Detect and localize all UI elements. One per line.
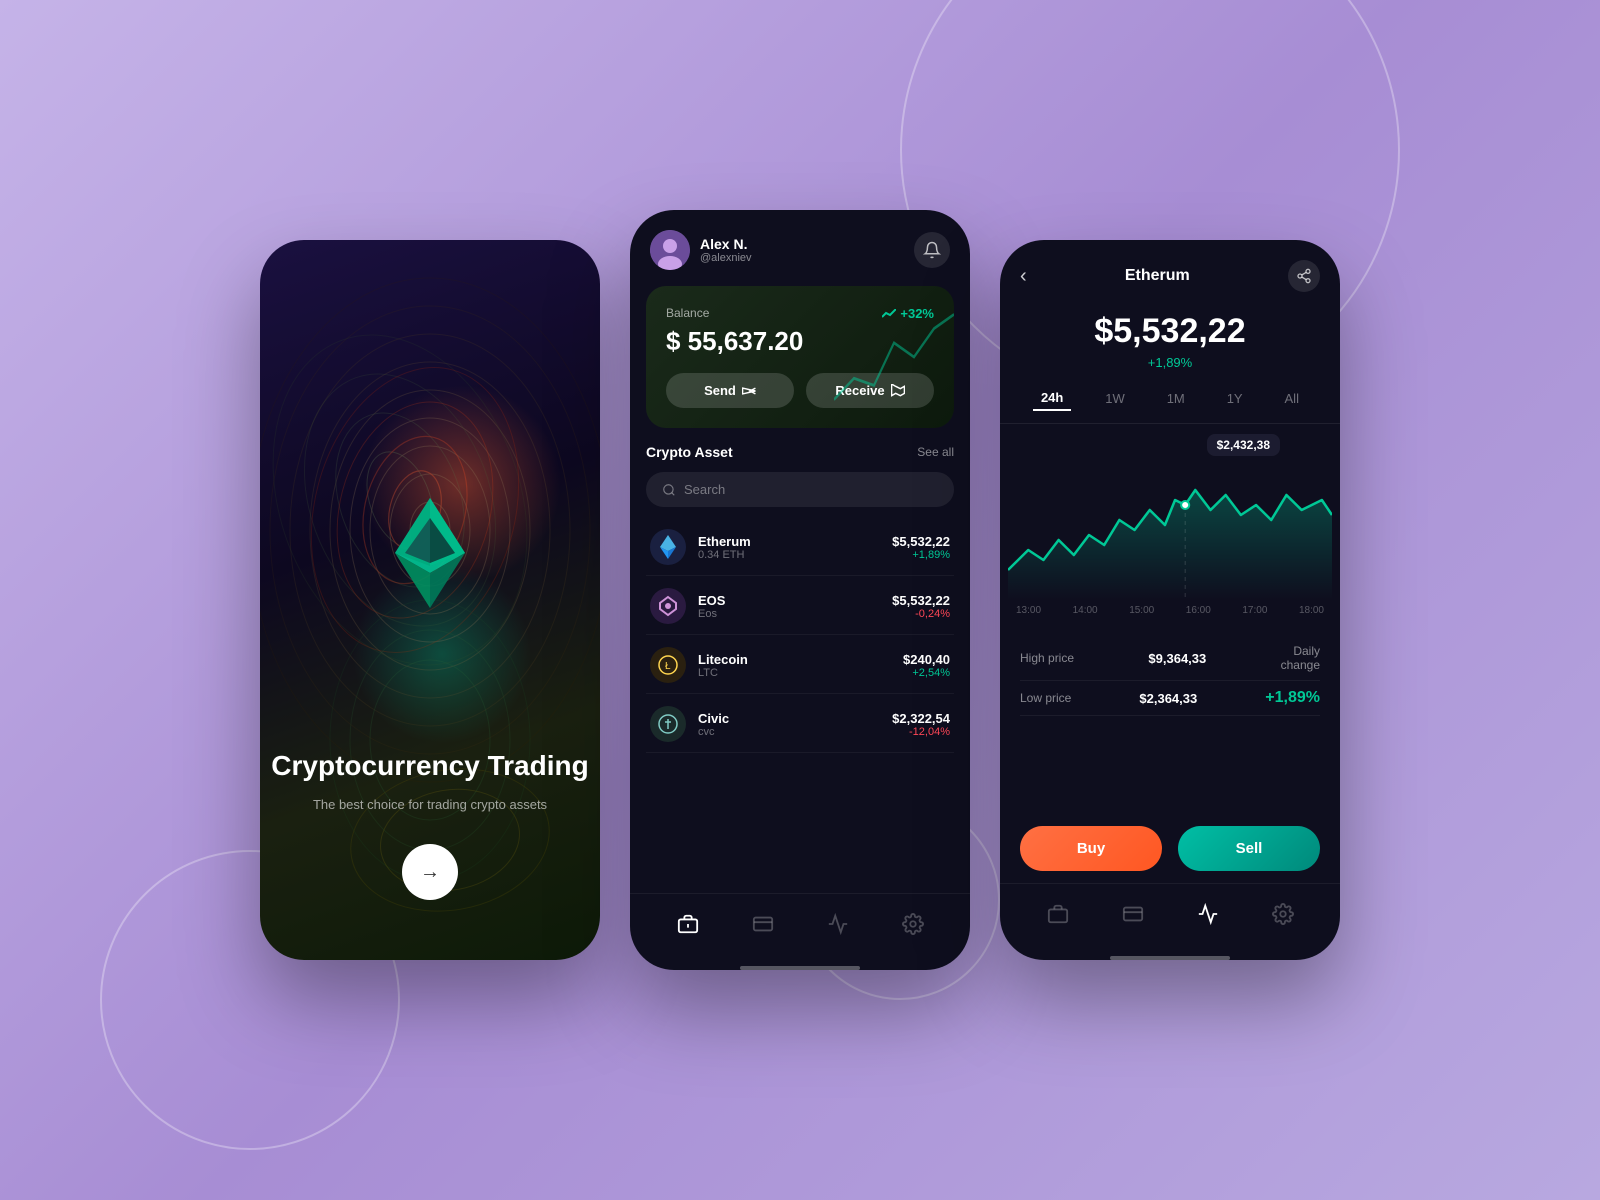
- phone-wallet: Alex N. @alexniev Balance: [630, 210, 970, 970]
- time-tabs: 24h 1W 1M 1Y All: [1000, 386, 1340, 424]
- cvc-icon: [650, 706, 686, 742]
- coin-price: $5,532,22: [1020, 312, 1320, 351]
- ltc-symbol: LTC: [698, 667, 748, 679]
- share-button[interactable]: [1288, 260, 1320, 292]
- nav-chart[interactable]: [820, 906, 856, 942]
- crypto-section: Crypto Asset See all Search: [630, 444, 970, 893]
- nav-settings[interactable]: [895, 906, 931, 942]
- cvc-symbol: cvc: [698, 726, 729, 738]
- detail-header: ‹ Etherum: [1000, 240, 1340, 304]
- chart-x-axis: 13:00 14:00 15:00 16:00 17:00 18:00: [1008, 605, 1332, 616]
- x-label-1: 13:00: [1016, 605, 1041, 616]
- low-price-row: Low price $2,364,33 +1,89%: [1020, 681, 1320, 716]
- section-header: Crypto Asset See all: [646, 444, 954, 460]
- detail-nav: [1000, 883, 1340, 952]
- eos-name: EOS: [698, 593, 725, 608]
- detail-nav-chart[interactable]: [1190, 896, 1226, 932]
- low-price-label: Low price: [1020, 691, 1071, 705]
- search-icon: [662, 483, 676, 497]
- user-name: Alex N.: [700, 236, 752, 252]
- splash-text: Cryptocurrency Trading The best choice f…: [271, 749, 588, 814]
- low-price-value: $2,364,33: [1139, 691, 1197, 706]
- chart-svg: [1008, 440, 1332, 600]
- nav-cards[interactable]: [745, 906, 781, 942]
- x-label-3: 15:00: [1129, 605, 1154, 616]
- x-label-2: 14:00: [1073, 605, 1098, 616]
- detail-nav-settings[interactable]: [1265, 896, 1301, 932]
- back-button[interactable]: ‹: [1020, 265, 1027, 288]
- sell-button[interactable]: Sell: [1178, 826, 1320, 871]
- crypto-item-ltc[interactable]: Ł Litecoin LTC $240,40 +2,54%: [646, 637, 954, 694]
- x-label-5: 17:00: [1242, 605, 1267, 616]
- phone-splash: Cryptocurrency Trading The best choice f…: [260, 240, 600, 960]
- eth-symbol: 0.34 ETH: [698, 549, 751, 561]
- ltc-name: Litecoin: [698, 652, 748, 667]
- phone-detail: ‹ Etherum $5,532,22 +1,89% 24h 1W 1M 1Y …: [1000, 240, 1340, 960]
- chart-tooltip: $2,432,38: [1207, 434, 1280, 456]
- search-bar[interactable]: Search: [646, 472, 954, 507]
- ltc-price: $240,40: [903, 652, 950, 667]
- crypto-list: Etherum 0.34 ETH $5,532,22 +1,89%: [646, 519, 954, 753]
- detail-nav-cards[interactable]: [1115, 896, 1151, 932]
- get-started-button[interactable]: [402, 844, 458, 900]
- eos-icon: [650, 588, 686, 624]
- balance-card: Balance $ 55,637.20 +32% Send Receive: [646, 286, 954, 428]
- wallet-header: Alex N. @alexniev: [630, 210, 970, 286]
- eth-change: +1,89%: [892, 549, 950, 561]
- high-price-label: High price: [1020, 651, 1074, 665]
- nav-wallet[interactable]: [670, 906, 706, 942]
- eos-price: $5,532,22: [892, 593, 950, 608]
- x-label-6: 18:00: [1299, 605, 1324, 616]
- section-title: Crypto Asset: [646, 444, 733, 460]
- crypto-item-eth[interactable]: Etherum 0.34 ETH $5,532,22 +1,89%: [646, 519, 954, 576]
- cvc-name: Civic: [698, 711, 729, 726]
- eos-change: -0,24%: [892, 608, 950, 620]
- x-label-4: 16:00: [1186, 605, 1211, 616]
- phones-container: Cryptocurrency Trading The best choice f…: [260, 230, 1340, 970]
- crypto-item-cvc[interactable]: Civic cvc $2,322,54 -12,04%: [646, 696, 954, 753]
- tab-1m[interactable]: 1M: [1159, 387, 1193, 410]
- eth-icon: [650, 529, 686, 565]
- avatar: [650, 230, 690, 270]
- tab-all[interactable]: All: [1277, 387, 1307, 410]
- tab-1y[interactable]: 1Y: [1219, 387, 1251, 410]
- balance-change: +32%: [882, 306, 934, 321]
- coin-title: Etherum: [1125, 267, 1190, 285]
- price-stats: High price $9,364,33 Dailychange Low pri…: [1000, 624, 1340, 728]
- notification-button[interactable]: [914, 232, 950, 268]
- tab-24h[interactable]: 24h: [1033, 386, 1071, 411]
- detail-nav-wallet[interactable]: [1040, 896, 1076, 932]
- high-price-value: $9,364,33: [1148, 651, 1206, 666]
- splash-subtitle: The best choice for trading crypto asset…: [271, 795, 588, 815]
- see-all-link[interactable]: See all: [917, 445, 954, 459]
- eos-symbol: Eos: [698, 608, 725, 620]
- tab-1w[interactable]: 1W: [1097, 387, 1133, 410]
- detail-home-indicator: [1110, 956, 1230, 960]
- price-chart: $2,432,38: [1000, 424, 1340, 624]
- coin-change: +1,89%: [1020, 355, 1320, 370]
- home-indicator: [740, 966, 860, 970]
- crypto-item-eos[interactable]: EOS Eos $5,532,22 -0,24%: [646, 578, 954, 635]
- cvc-price: $2,322,54: [892, 711, 950, 726]
- ltc-icon: Ł: [650, 647, 686, 683]
- user-profile[interactable]: Alex N. @alexniev: [650, 230, 752, 270]
- trade-buttons: Buy Sell: [1000, 814, 1340, 883]
- buy-button[interactable]: Buy: [1020, 826, 1162, 871]
- user-handle: @alexniev: [700, 252, 752, 264]
- search-input[interactable]: Search: [684, 482, 725, 497]
- high-price-row: High price $9,364,33 Dailychange: [1020, 636, 1320, 681]
- daily-change-value: +1,89%: [1265, 689, 1320, 707]
- send-button[interactable]: Send: [666, 373, 794, 408]
- ltc-change: +2,54%: [903, 667, 950, 679]
- eth-price: $5,532,22: [892, 534, 950, 549]
- price-section: $5,532,22 +1,89%: [1000, 304, 1340, 386]
- bottom-nav: [630, 893, 970, 962]
- svg-text:Ł: Ł: [665, 661, 671, 672]
- eth-logo-large: [385, 498, 475, 608]
- daily-change-label: Dailychange: [1281, 644, 1320, 672]
- eth-name: Etherum: [698, 534, 751, 549]
- cvc-change: -12,04%: [892, 726, 950, 738]
- splash-title: Cryptocurrency Trading: [271, 749, 588, 783]
